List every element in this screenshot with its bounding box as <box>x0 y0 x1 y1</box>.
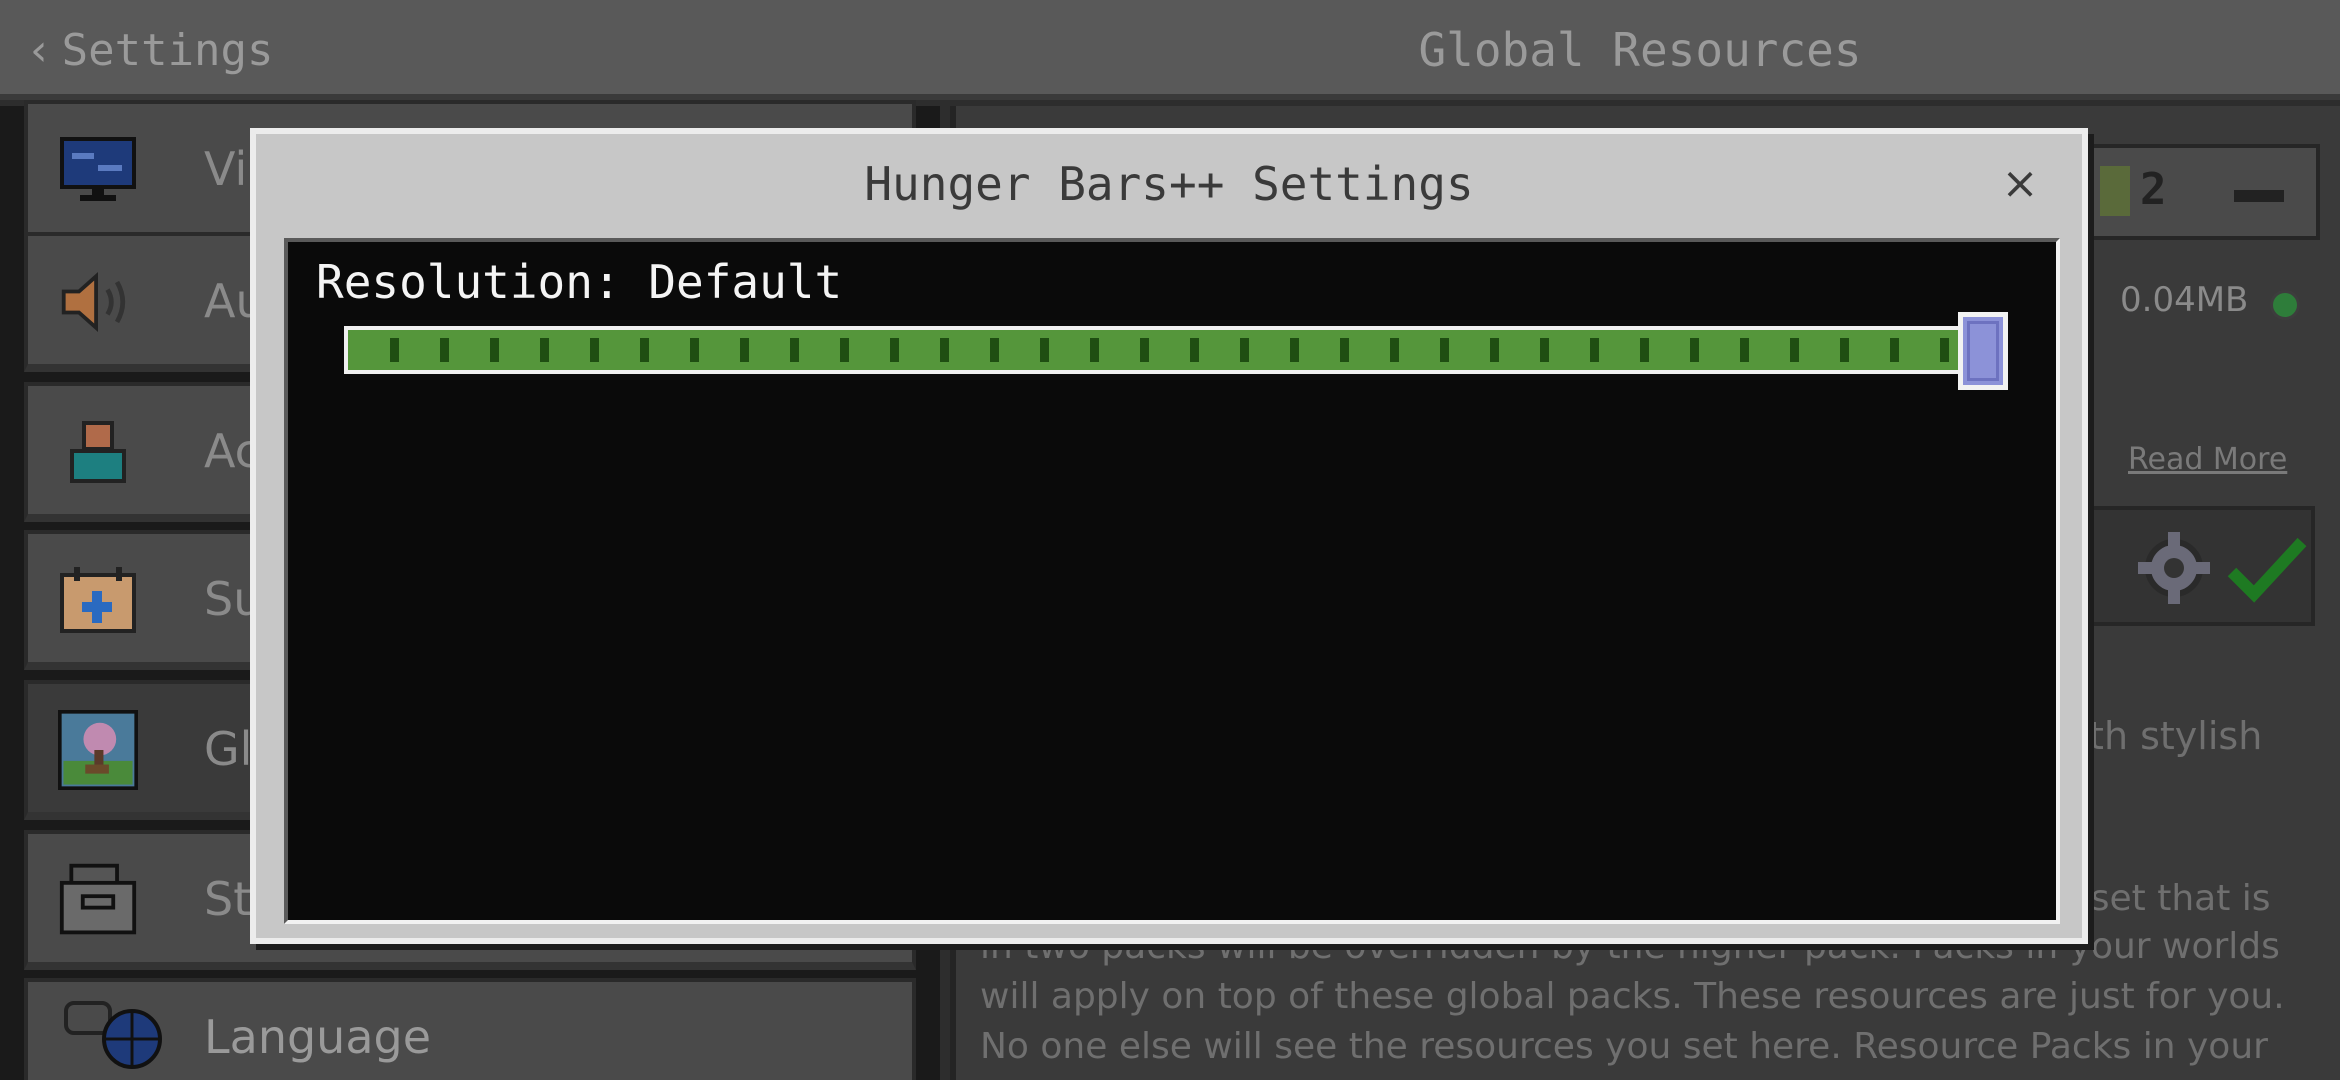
pack-settings-dialog: Hunger Bars++ Settings × Resolution: Def… <box>250 128 2088 944</box>
slider-tick <box>890 338 899 362</box>
resources-description-line: will apply on top of these global packs.… <box>980 976 2285 1017</box>
slider-tick <box>940 338 949 362</box>
global-resources-icon <box>58 710 138 790</box>
slider-tick <box>840 338 849 362</box>
slider-tick <box>1940 338 1949 362</box>
slider-tick <box>1340 338 1349 362</box>
read-more-link[interactable]: Read More <box>2128 442 2287 477</box>
slider-tick <box>590 338 599 362</box>
slider-thumb[interactable] <box>1958 312 2008 390</box>
resources-description-line: No one else will see the resources you s… <box>980 1026 2268 1067</box>
resolution-label: Resolution: Default <box>316 255 843 309</box>
storage-box-icon <box>58 860 138 940</box>
slider-tick <box>1190 338 1199 362</box>
close-button[interactable]: × <box>1998 162 2042 206</box>
slider-tick <box>1240 338 1249 362</box>
person-icon <box>58 412 138 492</box>
slider-tick <box>1690 338 1699 362</box>
grass-block-icon <box>2100 166 2130 216</box>
slider-tick <box>1790 338 1799 362</box>
slider-tick <box>1140 338 1149 362</box>
pack-action-bar <box>2080 506 2315 626</box>
slider-tick <box>1640 338 1649 362</box>
slider-tick <box>490 338 499 362</box>
back-button[interactable]: ‹ Settings <box>30 22 274 78</box>
pack-count-tile[interactable]: 2 <box>2090 144 2320 240</box>
page-title: Global Resources <box>1418 23 1862 77</box>
speaker-icon <box>58 262 138 342</box>
back-label: Settings <box>61 24 274 76</box>
sidebar-item-label: Language <box>204 1010 432 1064</box>
language-globe-icon <box>64 994 164 1074</box>
slider-tick <box>1090 338 1099 362</box>
pack-size: 0.04MB <box>2120 280 2249 320</box>
slider-track[interactable] <box>344 326 1964 374</box>
slider-tick <box>740 338 749 362</box>
minus-icon[interactable] <box>2234 190 2284 202</box>
sidebar-item-label: Gl <box>204 722 253 776</box>
slider-tick <box>1540 338 1549 362</box>
slider-tick <box>1040 338 1049 362</box>
slider-tick <box>690 338 699 362</box>
check-icon[interactable] <box>2222 528 2312 608</box>
dialog-body: Resolution: Default <box>284 238 2060 924</box>
status-dot-icon <box>2270 290 2300 320</box>
slider-tick <box>440 338 449 362</box>
gear-icon[interactable] <box>2134 528 2214 608</box>
slider-tick <box>640 338 649 362</box>
monitor-icon <box>58 130 138 210</box>
slider-tick <box>1740 338 1749 362</box>
slider-tick <box>540 338 549 362</box>
slider-tick <box>990 338 999 362</box>
calendar-plus-icon <box>58 560 138 640</box>
dialog-title: Hunger Bars++ Settings <box>864 157 1474 211</box>
chevron-left-icon: ‹ <box>30 24 48 76</box>
slider-tick <box>390 338 399 362</box>
pack-count: 2 <box>2140 164 2167 215</box>
sidebar-item-label: St <box>204 872 252 926</box>
sidebar-item-label: Vi <box>204 142 248 196</box>
slider-tick <box>1290 338 1299 362</box>
slider-tick <box>1440 338 1449 362</box>
pack-asset-fragment: sset that is <box>2072 878 2271 919</box>
slider-tick <box>1590 338 1599 362</box>
slider-tick <box>790 338 799 362</box>
resolution-slider[interactable] <box>344 312 2008 390</box>
slider-tick <box>1390 338 1399 362</box>
slider-tick <box>1890 338 1899 362</box>
slider-tick <box>1840 338 1849 362</box>
sidebar-item-language[interactable]: Language <box>24 978 916 1080</box>
top-bar: ‹ Settings Global Resources <box>0 0 2340 100</box>
slider-tick <box>1490 338 1499 362</box>
